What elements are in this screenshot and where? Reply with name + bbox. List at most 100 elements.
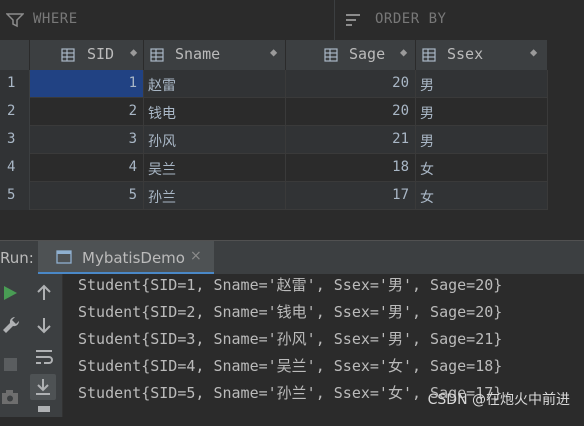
run-toolwindow-header: Run: MybatisDemo ×	[0, 240, 584, 276]
cell-value: 20	[392, 103, 409, 119]
row-number-label: 2	[7, 103, 16, 119]
watermark: CSDN @在炮火中前进	[427, 392, 570, 408]
cell-value: 20	[392, 75, 409, 91]
column-header-ssex[interactable]: Ssex ◆	[416, 40, 548, 70]
cell-sage[interactable]: 17	[286, 182, 416, 209]
cell-sage[interactable]: 21	[286, 126, 416, 153]
cell-sname[interactable]: 钱电	[144, 98, 286, 125]
cell-ssex[interactable]: 男	[416, 70, 548, 97]
cell-value: 2	[128, 103, 137, 119]
soft-wrap-icon[interactable]	[33, 346, 55, 368]
cell-value: 钱电	[148, 106, 176, 122]
cell-value: 男	[420, 134, 434, 150]
cell-sname[interactable]: 孙风	[144, 126, 286, 153]
cell-value: 女	[420, 162, 434, 178]
column-label: Sname	[175, 45, 221, 63]
table-row[interactable]: 2 2 钱电 20 男	[0, 98, 548, 126]
console-line: Student{SID=4, Sname='吴兰', Ssex='女', Sag…	[78, 357, 503, 375]
sort-arrow-icon[interactable]: ◆	[400, 45, 407, 59]
cell-ssex[interactable]: 男	[416, 98, 548, 125]
console-line: Student{SID=1, Sname='赵雷', Ssex='男', Sag…	[78, 276, 503, 294]
cell-value: 赵雷	[148, 78, 176, 94]
table-row[interactable]: 5 5 孙兰 17 女	[0, 182, 548, 210]
wrench-icon[interactable]	[0, 314, 22, 336]
cell-value: 3	[128, 131, 137, 147]
close-icon[interactable]: ×	[190, 248, 202, 264]
row-number-label: 1	[7, 75, 16, 91]
console-line: Student{SID=3, Sname='孙风', Ssex='男', Sag…	[78, 330, 503, 348]
grid-header: SID ◆ Sname ◆ Sage ◆ Ssex ◆	[0, 40, 548, 70]
cell-value: 5	[128, 187, 137, 203]
arrow-up-icon[interactable]	[33, 282, 55, 304]
filter-icon	[6, 13, 24, 28]
sort-arrow-icon[interactable]: ◆	[530, 45, 537, 59]
row-number-label: 4	[7, 159, 16, 175]
sort-arrow-icon[interactable]: ◆	[130, 45, 137, 59]
cell-sid[interactable]: 4	[30, 154, 144, 181]
run-console-toolstrip	[22, 274, 63, 417]
table-row[interactable]: 3 3 孙风 21 男	[0, 126, 548, 154]
table-row[interactable]: 1 1 赵雷 20 男	[0, 70, 548, 98]
cell-value: 孙兰	[148, 190, 176, 206]
row-number[interactable]: 4	[0, 154, 30, 182]
order-by-label: ORDER BY	[375, 11, 447, 27]
table-row[interactable]: 4 4 吴兰 18 女	[0, 154, 548, 182]
sort-arrow-icon[interactable]: ◆	[270, 45, 277, 59]
cell-sid[interactable]: 1	[30, 70, 144, 97]
where-label: WHERE	[33, 11, 78, 27]
cell-ssex[interactable]: 女	[416, 154, 548, 181]
cell-value: 男	[420, 106, 434, 122]
cell-sid[interactable]: 5	[30, 182, 144, 209]
cell-sid[interactable]: 2	[30, 98, 144, 125]
scroll-to-end-toggle[interactable]	[30, 374, 56, 400]
row-number[interactable]: 1	[0, 70, 30, 98]
play-icon[interactable]	[0, 282, 22, 304]
column-key-icon	[324, 48, 338, 62]
column-header-sid[interactable]: SID ◆	[30, 40, 144, 70]
run-tab-mybatisdemo[interactable]: MybatisDemo ×	[38, 241, 214, 275]
row-number[interactable]: 3	[0, 126, 30, 154]
column-label: Sage	[349, 45, 386, 63]
rownum-header	[0, 40, 30, 70]
cell-sage[interactable]: 20	[286, 98, 416, 125]
cell-value: 孙风	[148, 134, 176, 150]
cell-ssex[interactable]: 女	[416, 182, 548, 209]
column-header-sname[interactable]: Sname ◆	[144, 40, 286, 70]
run-label: Run:	[0, 249, 34, 267]
cell-value: 4	[128, 159, 137, 175]
result-grid: SID ◆ Sname ◆ Sage ◆ Ssex ◆ 1 1 赵雷 20 男 …	[0, 40, 584, 222]
cell-value: 女	[420, 190, 434, 206]
column-key-icon	[61, 48, 75, 62]
cell-value: 18	[392, 159, 409, 175]
cell-sage[interactable]: 18	[286, 154, 416, 181]
column-header-sage[interactable]: Sage ◆	[286, 40, 416, 70]
application-icon	[56, 250, 72, 264]
cell-value: 21	[392, 131, 409, 147]
stop-icon[interactable]	[0, 354, 22, 376]
cell-sname[interactable]: 吴兰	[144, 154, 286, 181]
order-by-field[interactable]: ORDER BY	[335, 0, 584, 40]
row-number-label: 5	[7, 187, 16, 203]
row-number-label: 3	[7, 131, 16, 147]
arrow-down-icon[interactable]	[33, 314, 55, 336]
run-left-toolstrip	[0, 274, 23, 417]
cell-sage[interactable]: 20	[286, 70, 416, 97]
column-key-icon	[150, 48, 164, 62]
row-number[interactable]: 5	[0, 182, 30, 210]
filter-bar: WHERE ORDER BY	[0, 0, 584, 41]
cell-sname[interactable]: 赵雷	[144, 70, 286, 97]
cell-value: 1	[128, 75, 137, 91]
cell-sname[interactable]: 孙兰	[144, 182, 286, 209]
cell-value: 男	[420, 78, 434, 94]
where-filter-field[interactable]: WHERE	[0, 0, 335, 40]
cell-value: 吴兰	[148, 162, 176, 178]
camera-icon[interactable]	[0, 386, 22, 408]
sort-lines-icon	[346, 14, 360, 26]
row-number[interactable]: 2	[0, 98, 30, 126]
cell-value: 17	[392, 187, 409, 203]
cell-ssex[interactable]: 男	[416, 126, 548, 153]
print-icon[interactable]	[33, 404, 55, 426]
cell-sid[interactable]: 3	[30, 126, 144, 153]
scroll-to-end-icon	[36, 379, 50, 395]
column-key-icon	[422, 48, 436, 62]
